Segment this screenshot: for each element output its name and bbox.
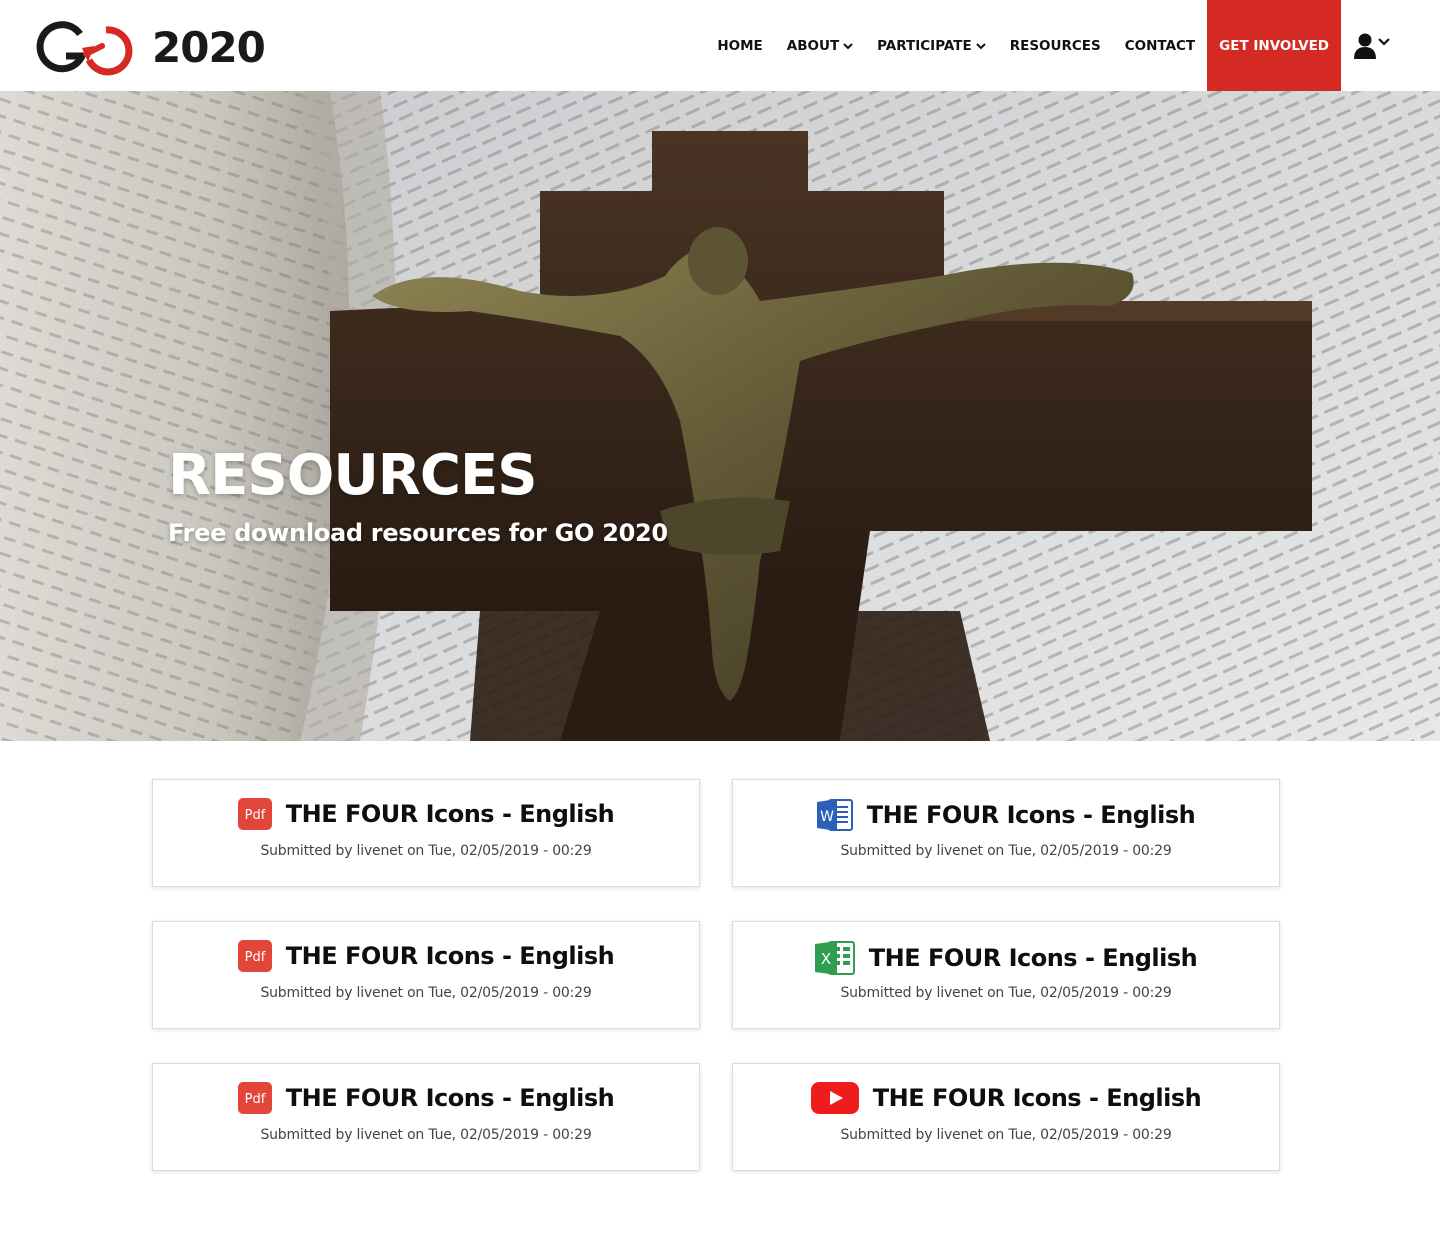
svg-text:Pdf: Pdf xyxy=(244,808,265,823)
user-menu[interactable] xyxy=(1341,0,1440,91)
main-nav: HOME ABOUT PARTICIPATE RESOURCES CONTACT… xyxy=(705,0,1440,91)
resource-meta: Submitted by livenet on Tue, 02/05/2019 … xyxy=(260,985,592,1001)
nav-about[interactable]: ABOUT xyxy=(775,0,865,91)
pdf-icon: Pdf xyxy=(237,1082,272,1114)
resource-card: X THE FOUR Icons - English Submitted by … xyxy=(732,921,1280,1029)
page-subtitle: Free download resources for GO 2020 xyxy=(168,519,668,547)
resource-title-link[interactable]: THE FOUR Icons - English xyxy=(869,944,1198,972)
resource-card: Pdf THE FOUR Icons - English Submitted b… xyxy=(152,779,700,887)
resource-meta: Submitted by livenet on Tue, 02/05/2019 … xyxy=(260,843,592,859)
resource-card: Pdf THE FOUR Icons - English Submitted b… xyxy=(152,1063,700,1171)
resource-meta: Submitted by livenet on Tue, 02/05/2019 … xyxy=(840,985,1172,1001)
pdf-icon: Pdf xyxy=(237,798,272,830)
nav-resources[interactable]: RESOURCES xyxy=(998,0,1113,91)
get-involved-label: GET INVOLVED xyxy=(1219,37,1329,54)
resource-title-link[interactable]: THE FOUR Icons - English xyxy=(867,801,1196,829)
site-header: 2020 HOME ABOUT PARTICIPATE RESOURCES CO… xyxy=(0,0,1440,91)
pdf-icon: Pdf xyxy=(237,940,272,972)
excel-icon: X xyxy=(814,940,855,976)
nav-home[interactable]: HOME xyxy=(705,0,774,91)
nav-resources-label: RESOURCES xyxy=(1009,37,1101,54)
svg-text:Pdf: Pdf xyxy=(244,950,265,965)
resource-title-link[interactable]: THE FOUR Icons - English xyxy=(873,1084,1202,1112)
resource-card: THE FOUR Icons - English Submitted by li… xyxy=(732,1063,1280,1171)
nav-participate[interactable]: PARTICIPATE xyxy=(865,0,998,91)
chevron-down-icon xyxy=(975,42,986,49)
nav-home-label: HOME xyxy=(717,37,763,54)
svg-text:W: W xyxy=(820,809,834,825)
resource-meta: Submitted by livenet on Tue, 02/05/2019 … xyxy=(840,843,1172,859)
resource-title-link[interactable]: THE FOUR Icons - English xyxy=(286,800,615,828)
resource-meta: Submitted by livenet on Tue, 02/05/2019 … xyxy=(840,1127,1172,1143)
chevron-down-icon xyxy=(843,42,853,49)
page-title: RESOURCES xyxy=(168,443,538,508)
resource-title-link[interactable]: THE FOUR Icons - English xyxy=(286,942,615,970)
youtube-icon xyxy=(810,1082,859,1114)
svg-text:X: X xyxy=(821,950,831,968)
resource-card: Pdf THE FOUR Icons - English Submitted b… xyxy=(152,921,700,1029)
word-icon: W xyxy=(816,798,853,832)
go-logo-icon xyxy=(36,21,133,76)
user-icon xyxy=(1354,33,1390,59)
hero-banner: RESOURCES Free download resources for GO… xyxy=(0,91,1440,741)
nav-contact-label: CONTACT xyxy=(1124,37,1196,54)
nav-contact[interactable]: CONTACT xyxy=(1113,0,1207,91)
svg-text:Pdf: Pdf xyxy=(244,1092,265,1107)
resource-meta: Submitted by livenet on Tue, 02/05/2019 … xyxy=(260,1127,592,1143)
nav-about-label: ABOUT xyxy=(786,37,840,54)
logo-number: 2020 xyxy=(152,23,266,72)
resource-title-link[interactable]: THE FOUR Icons - English xyxy=(286,1084,615,1112)
get-involved-button[interactable]: GET INVOLVED xyxy=(1207,0,1341,91)
resource-card: W THE FOUR Icons - English Submitted by … xyxy=(732,779,1280,887)
crucifix-bible-image xyxy=(0,91,1440,741)
nav-participate-label: PARTICIPATE xyxy=(877,37,972,54)
site-logo[interactable]: 2020 xyxy=(36,20,266,76)
